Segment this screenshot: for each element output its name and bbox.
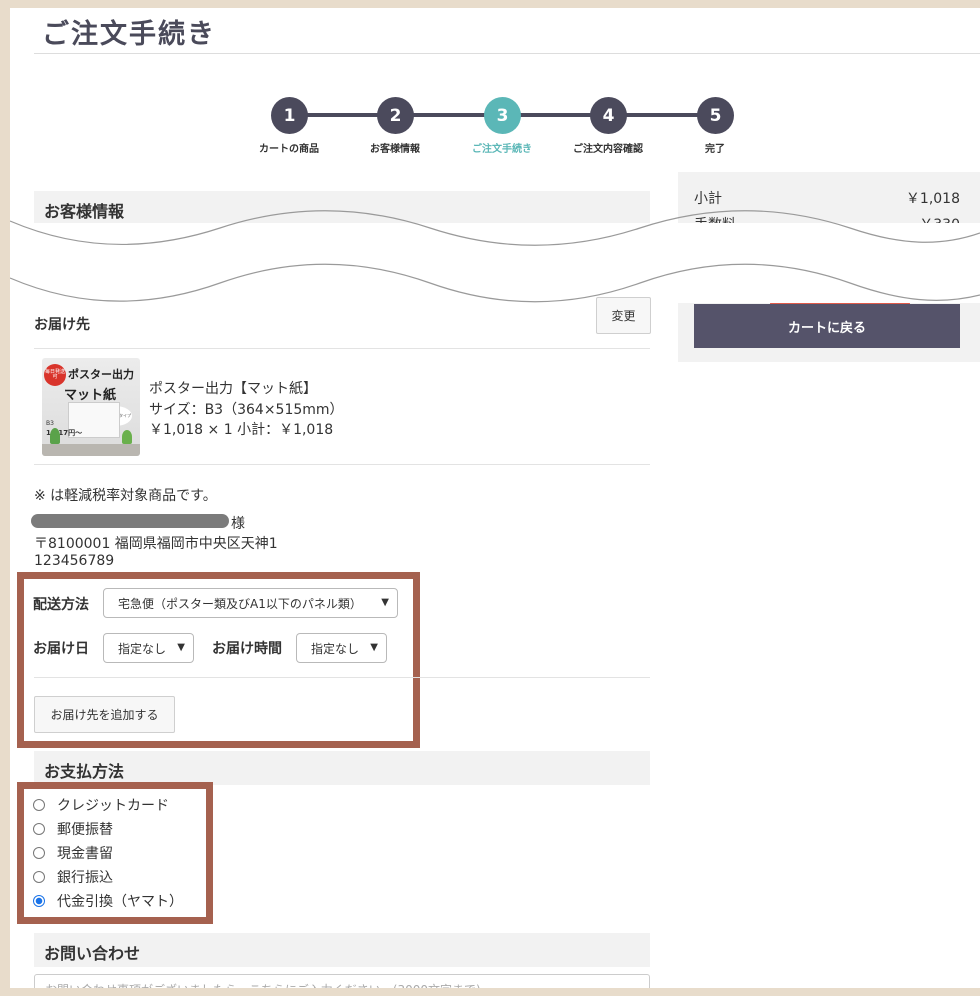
payment-option-cash-registered[interactable]: 現金書留 [33, 843, 113, 863]
divider [34, 677, 650, 678]
torn-edge-lines [10, 210, 980, 303]
chevron-down-icon: ▼ [381, 597, 389, 608]
step-4-circle: 4 [590, 97, 627, 134]
payment-option-bank-transfer[interactable]: 銀行振込 [33, 867, 113, 887]
delivery-method-label: 配送方法 [33, 597, 89, 613]
change-address-button[interactable]: 変更 [596, 297, 651, 334]
back-to-cart-button[interactable]: カートに戻る [694, 304, 960, 348]
plant-icon [50, 428, 60, 444]
delivery-time-select[interactable]: 指定なし ▼ [296, 633, 387, 663]
radio-cash-registered[interactable] [33, 847, 45, 859]
delivery-method-value: 宅急便（ポスター類及びA1以下のパネル類） [118, 596, 362, 611]
payment-option-label: 銀行振込 [57, 870, 113, 886]
radio-bank-transfer[interactable] [33, 871, 45, 883]
radio-credit[interactable] [33, 799, 45, 811]
step-3-circle: 3 [484, 97, 521, 134]
address: 〒8100001 福岡県福岡市中央区天神1 [34, 536, 278, 552]
step-5-circle: 5 [697, 97, 734, 134]
chevron-down-icon: ▼ [370, 642, 378, 653]
delivery-method-select[interactable]: 宅急便（ポスター類及びA1以下のパネル類） ▼ [103, 588, 398, 618]
thumb-size: B3 [46, 420, 54, 427]
thumb-badge: 毎日発送可 [44, 364, 66, 386]
delivery-date-select[interactable]: 指定なし ▼ [103, 633, 194, 663]
phone: 123456789 [34, 553, 115, 569]
step-2-circle: 2 [377, 97, 414, 134]
thumb-subtitle: マット紙 [64, 388, 117, 403]
honorific: 様 [231, 516, 245, 532]
thumb-title: ポスター出力 [68, 368, 134, 381]
inquiry-textarea[interactable]: お問い合わせ事項がございましたら、こちらにご入力ください。(3000文字まで) [34, 974, 650, 988]
page-title: ご注文手続き [42, 19, 216, 50]
payment-option-label: 郵便振替 [57, 822, 113, 838]
payment-option-label: クレジットカード [57, 798, 169, 814]
page: ご注文手続き 1 2 3 4 5 カートの商品 お客様情報 ご注文手続き ご注文… [10, 8, 980, 988]
delivery-date-value: 指定なし [118, 641, 167, 656]
radio-postal-transfer[interactable] [33, 823, 45, 835]
divider [34, 348, 650, 349]
payment-option-cod[interactable]: 代金引換（ヤマト） [33, 891, 183, 911]
radio-cod[interactable] [33, 895, 45, 907]
delivery-heading: お届け先 [34, 317, 90, 333]
payment-option-credit[interactable]: クレジットカード [33, 795, 169, 815]
plant-icon [122, 430, 132, 444]
product-thumbnail[interactable]: 毎日発送可 ポスター出力 マット紙 ツヤがないタイプ B3 1,017円〜 [42, 358, 140, 456]
section-inquiry: お問い合わせ [34, 933, 650, 967]
add-delivery-address-button[interactable]: お届け先を追加する [34, 696, 175, 733]
delivery-time-value: 指定なし [311, 641, 360, 656]
redacted-name [31, 514, 229, 528]
payment-option-label: 現金書留 [57, 846, 113, 862]
product-size: サイズ：B3（364×515mm） [149, 402, 344, 418]
tax-note: ※ は軽減税率対象商品です。 [34, 488, 217, 504]
delivery-time-label: お届け時間 [212, 641, 282, 657]
product-price-line: ￥1,018 × 1 小計：￥1,018 [149, 422, 334, 438]
payment-option-label: 代金引換（ヤマト） [57, 894, 183, 910]
thumb-floor [42, 444, 140, 456]
product-name: ポスター出力【マット紙】 [149, 381, 317, 397]
section-payment: お支払方法 [34, 751, 650, 785]
chevron-down-icon: ▼ [177, 642, 185, 653]
delivery-date-label: お届け日 [33, 641, 89, 657]
payment-option-postal-transfer[interactable]: 郵便振替 [33, 819, 113, 839]
title-divider [34, 53, 980, 54]
step-1-circle: 1 [271, 97, 308, 134]
divider [34, 464, 650, 465]
step-5-label: 完了 [705, 144, 725, 155]
